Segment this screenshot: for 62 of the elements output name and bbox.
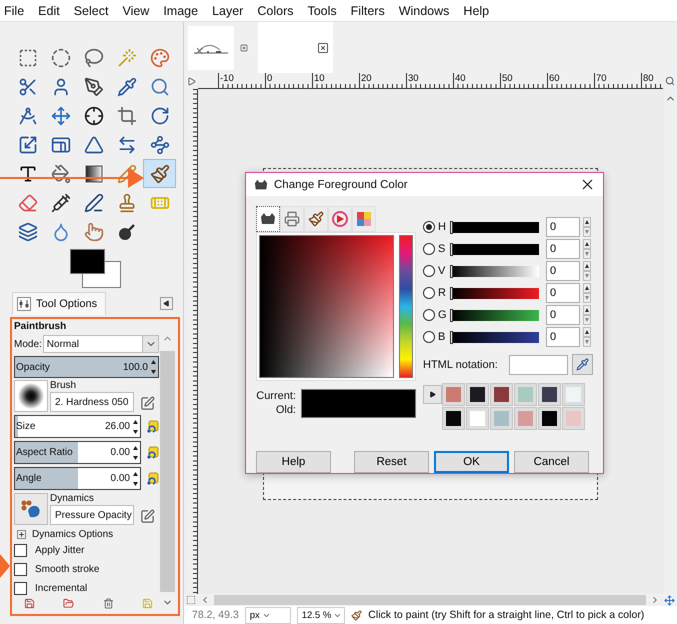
current-label: Current: [256,389,296,403]
menu-item[interactable]: Filters [350,4,385,18]
pointer-coordinates: 78.2, 49.3 [192,609,239,621]
mode-label: Mode: [14,338,42,350]
menu-item[interactable]: Image [163,4,198,18]
channel-label: S [438,243,446,255]
menu-item[interactable]: Layer [212,4,244,18]
channel-label: H [438,221,447,233]
dialog-button[interactable]: OK [434,451,509,473]
menu-item[interactable]: File [4,4,24,18]
channel-value-field[interactable]: 0 [546,239,580,259]
menu-item[interactable]: View [122,4,150,18]
channel-value-field[interactable]: 0 [546,217,580,237]
mode-dropdown[interactable]: Normal [42,335,159,353]
channel-value-field[interactable]: 0 [546,305,580,325]
menu-item[interactable]: Edit [38,4,60,18]
dialog-button[interactable]: Cancel [514,451,589,473]
menu-item[interactable]: Help [463,4,490,18]
unit-dropdown[interactable]: px [244,606,291,624]
html-notation-label: HTML notation: [423,358,498,370]
channel-label: R [438,287,447,299]
ruler-label: 20 [361,73,372,84]
dialog-button[interactable]: Reset [354,451,429,473]
ruler-label: 80 [643,73,654,84]
channel-label: B [438,331,446,343]
dynamics-label: Dynamics [50,493,95,504]
status-message: Click to paint (try Shift for a straight line, Ctrl to pick a color) [368,609,644,621]
menu-item[interactable]: Tools [307,4,337,18]
expander-label[interactable]: Dynamics Options [32,529,114,540]
dynamics-field[interactable]: Pressure Opacity [50,505,134,525]
ruler-label: 70 [596,73,607,84]
channel-label: G [438,309,448,321]
value-slider[interactable]: Aspect Ratio 0.00 [14,441,141,464]
menu-item[interactable]: Windows [398,4,450,18]
zoom-dropdown[interactable]: 12.5 % [296,606,346,624]
ruler-label: -10 [220,73,234,84]
menu-item[interactable]: Colors [257,4,294,18]
ruler-label: 60 [549,73,560,84]
value-slider[interactable]: Size 26.00 [14,415,141,438]
value-slider[interactable]: Angle 0.00 [14,467,141,490]
ruler-label: 50 [502,73,513,84]
dialog-title: Change Foreground Color [274,178,409,190]
channel-label: V [438,265,446,277]
ruler-label: 30 [408,73,419,84]
opacity-slider[interactable]: Opacity 100.0 [14,356,159,378]
checkbox-label: Apply Jitter [35,545,84,556]
tool-name: Paintbrush [14,320,68,333]
tool-options-tab[interactable]: Tool Options [12,292,106,315]
channel-value-field[interactable]: 0 [546,283,580,303]
channel-value-field[interactable]: 0 [546,327,580,347]
brush-field[interactable]: 2. Hardness 050 [50,392,134,412]
dialog-button[interactable]: Help [256,451,331,473]
checkbox-label: Smooth stroke [35,564,100,575]
ruler-label: 0 [267,73,272,84]
ruler-label: 10 [314,73,325,84]
old-label: Old: [276,403,296,417]
checkbox-label: Incremental [35,583,88,594]
ruler-label: 40 [455,73,466,84]
brush-label: Brush [50,380,78,391]
menu-item[interactable]: Select [74,4,108,18]
canvas[interactable]: Change Foreground Color Current: Old: H 0 S 0 V 0 R 0 G 0 B 0 HTML notation: Help Reset OK Cancel [198,89,664,594]
channel-value-field[interactable]: 0 [546,261,580,281]
